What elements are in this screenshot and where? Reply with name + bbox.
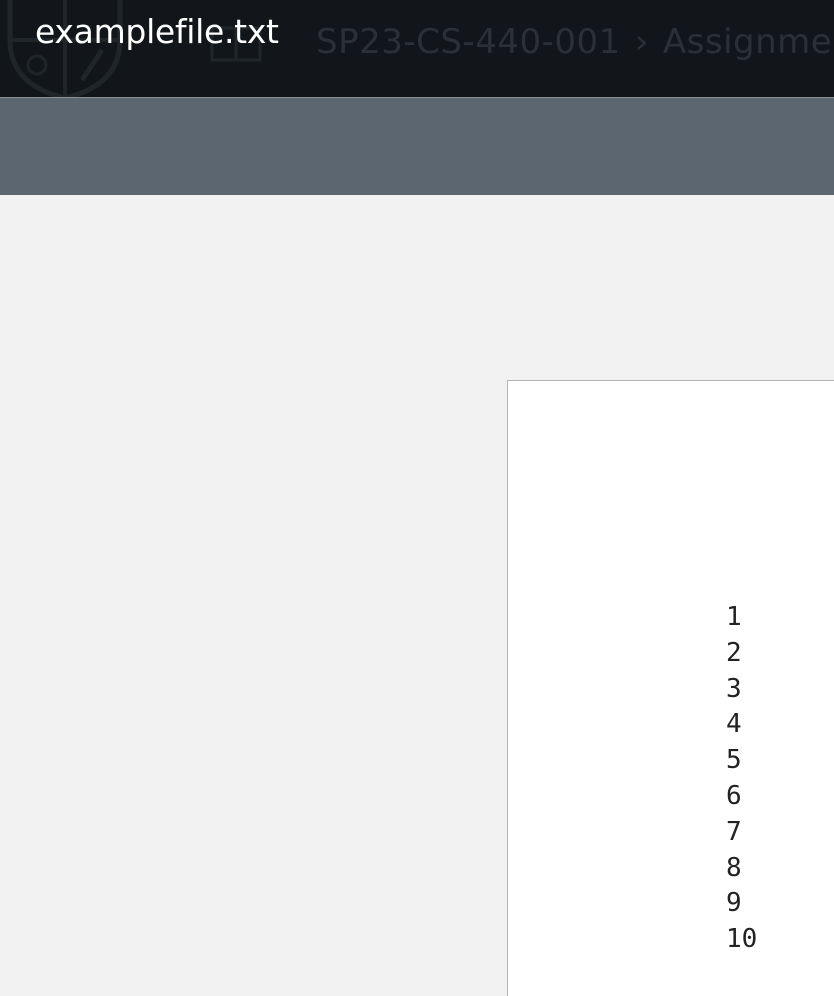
document-page: 1 2 3 4 5 6 7 8 9 10 xyxy=(507,380,834,996)
text-line: 1 xyxy=(726,602,742,632)
text-line: 4 xyxy=(726,709,742,740)
text-line: 2 xyxy=(726,637,742,668)
text-line: 7 xyxy=(726,816,742,847)
text-line: 3 xyxy=(726,673,742,704)
document-viewer[interactable]: 1 2 3 4 5 6 7 8 9 10 xyxy=(0,195,834,996)
breadcrumb-course: SP23-CS-440-001 xyxy=(316,22,621,62)
text-line: 8 xyxy=(726,852,742,883)
text-line: 9 xyxy=(726,888,742,919)
breadcrumb-separator: › xyxy=(634,22,649,62)
background-breadcrumb: SP23-CS-440-001 › Assignments xyxy=(316,22,834,62)
text-lines: 1 2 3 4 5 6 7 8 9 10 xyxy=(726,600,757,958)
text-line: 5 xyxy=(726,745,742,776)
preview-toolbar xyxy=(0,98,834,195)
text-line: 6 xyxy=(726,780,742,811)
text-line: 10 xyxy=(726,924,758,955)
file-title: examplefile.txt xyxy=(35,12,279,51)
preview-header: SP23-CS-440-001 › Assignments examplefile.… xyxy=(0,0,834,98)
breadcrumb-section: Assignments xyxy=(662,22,834,62)
file-preview-overlay: SP23-CS-440-001 › Assignments examplefile.… xyxy=(0,0,834,996)
